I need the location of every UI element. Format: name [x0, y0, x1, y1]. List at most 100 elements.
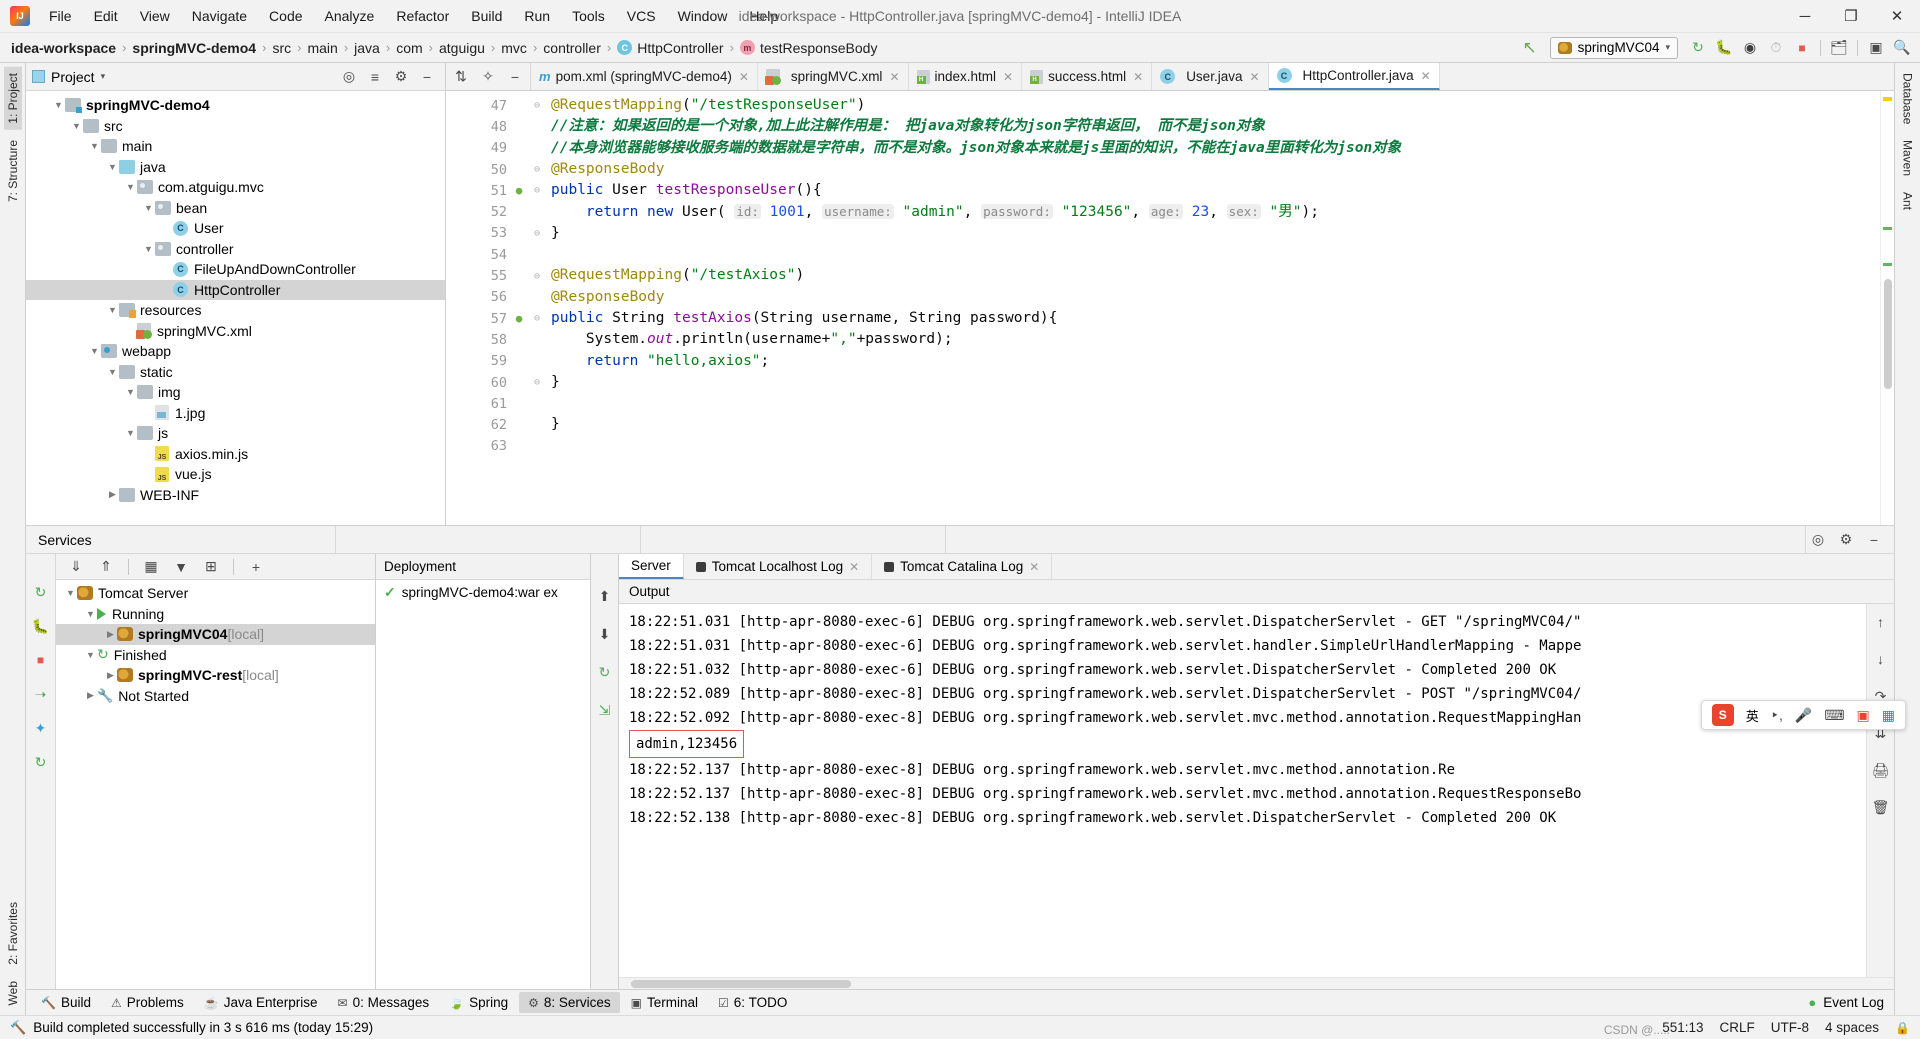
hide-icon[interactable]: − — [1862, 528, 1886, 552]
menu-navigate[interactable]: Navigate — [181, 4, 258, 28]
chevron-down-icon[interactable]: ▼ — [142, 244, 155, 254]
code-line[interactable]: return "hello,axios"; — [551, 351, 1880, 372]
services-tree[interactable]: ▼ Tomcat Server ▼ Running ▶ springMVC04 [loca… — [56, 580, 375, 989]
editor-tab[interactable]: springMVC.xml ✕ — [758, 63, 909, 90]
project-tree-node[interactable]: ▼JSaxios.min.js — [26, 444, 445, 465]
code-line[interactable]: return new User( id: 1001, username: "ad… — [551, 201, 1880, 222]
bottom-tab-java-enterprise[interactable]: ☕ Java Enterprise — [195, 992, 327, 1013]
chevron-down-icon[interactable]: ▼ — [52, 100, 65, 110]
project-tree-node[interactable]: ▼CFileUpAndDownController — [26, 259, 445, 280]
editor-tab[interactable]: success.html ✕ — [1022, 63, 1153, 90]
breadcrumb-item-controller[interactable]: controller — [542, 40, 602, 56]
scroll-up-icon[interactable]: ↑ — [1869, 610, 1893, 634]
debug-icon[interactable]: 🐛 — [1712, 36, 1736, 60]
bottom-tab-problems[interactable]: ⚠ Problems — [102, 992, 193, 1013]
project-tree-node[interactable]: ▼springMVC.xml — [26, 321, 445, 342]
expand-icon[interactable]: ‣, — [1771, 707, 1783, 724]
project-tree-node[interactable]: ▼ img — [26, 382, 445, 403]
breadcrumb-item-src[interactable]: src — [271, 40, 292, 56]
services-tree-node[interactable]: ▶ 🔧 Not Started — [56, 686, 375, 707]
bottom-tab-build[interactable]: 🔨 Build — [32, 992, 100, 1013]
gutter-line[interactable]: 61 — [446, 393, 551, 414]
sogou-logo-icon[interactable]: S — [1711, 704, 1734, 726]
sidebar-item-project[interactable]: 1: Project — [3, 67, 22, 130]
configure-icon[interactable]: ✦ — [29, 716, 53, 740]
close-icon[interactable]: ✕ — [1133, 70, 1143, 84]
gutter-line[interactable]: 47 ⊖ — [446, 95, 551, 116]
menu-edit[interactable]: Edit — [83, 4, 129, 28]
code-line[interactable] — [551, 393, 1880, 414]
menu-vcs[interactable]: VCS — [616, 4, 667, 28]
breadcrumb-item-method[interactable]: m testResponseBody — [739, 40, 879, 56]
close-icon[interactable]: ✕ — [849, 560, 859, 574]
add-tab-icon[interactable]: ⊞ — [199, 555, 223, 579]
console-stdout-line[interactable]: admin,123456 — [629, 730, 1866, 758]
rerun-icon[interactable]: ↻ — [1686, 36, 1710, 60]
console-tab[interactable]: Tomcat Localhost Log ✕ — [684, 554, 873, 579]
editor-gutter[interactable]: 47 ⊖ 48 49 50 ⊖ 51 ● ⊖ 52 53 ⊖ 54 55 ⊖ 56 57 ● ⊖ 58 59 60 ⊖ 61 6… — [446, 91, 551, 525]
chevron-down-icon[interactable]: ▼ — [84, 609, 97, 619]
menu-refactor[interactable]: Refactor — [385, 4, 460, 28]
clear-all-icon[interactable]: 🗑 — [1869, 795, 1893, 819]
gutter-line[interactable]: 53 ⊖ — [446, 223, 551, 244]
breadcrumb-item-java[interactable]: java — [353, 40, 381, 56]
gutter-line[interactable]: 49 — [446, 138, 551, 159]
bottom-tab-messages[interactable]: ✉ 0: Messages — [329, 992, 439, 1013]
minimize-button[interactable]: ─ — [1782, 0, 1828, 33]
redeploy-all-icon[interactable]: ⇲ — [593, 698, 617, 722]
project-tree-node[interactable]: ▼ bean — [26, 198, 445, 219]
project-tree-node[interactable]: ▼1.jpg — [26, 403, 445, 424]
run-gutter-icon[interactable]: ● — [512, 184, 526, 197]
project-tree-node[interactable]: ▼JSvue.js — [26, 464, 445, 485]
console-hscrollbar[interactable] — [619, 977, 1894, 989]
code-line[interactable]: @RequestMapping("/testResponseUser") — [551, 95, 1880, 116]
menu-build[interactable]: Build — [460, 4, 513, 28]
lock-icon[interactable]: 🔒 — [1895, 1021, 1910, 1035]
keyboard-icon[interactable]: ⌨ — [1824, 707, 1844, 724]
run-configuration-selector[interactable]: springMVC04 ▾ — [1549, 36, 1678, 59]
editor-tab[interactable]: m pom.xml (springMVC-demo4) ✕ — [531, 63, 758, 90]
breadcrumb-item-mvc[interactable]: mvc — [500, 40, 528, 56]
code-line[interactable]: @RequestMapping("/testAxios") — [551, 265, 1880, 286]
mic-icon[interactable]: 🎤 — [1795, 707, 1812, 724]
project-tree-node[interactable]: ▼ java — [26, 157, 445, 178]
chevron-down-icon[interactable]: ▼ — [84, 650, 97, 660]
build-project-icon[interactable]: 🗂 — [1827, 36, 1851, 60]
services-tree-node[interactable]: ▼ Running — [56, 604, 375, 625]
code-line[interactable]: System.out.println(username+","+password… — [551, 329, 1880, 350]
code-line[interactable]: } — [551, 414, 1880, 435]
code-line[interactable]: //注意：如果返回的是一个对象,加上此注解作用是： 把java对象转化为json… — [551, 116, 1880, 137]
menu-analyze[interactable]: Analyze — [314, 4, 386, 28]
close-icon[interactable]: ✕ — [1249, 70, 1259, 84]
back-arrow-icon[interactable]: ↖ — [1518, 36, 1542, 60]
menu-window[interactable]: Window — [667, 4, 739, 28]
breadcrumb-item-workspace[interactable]: idea-workspace — [10, 40, 117, 56]
menu-view[interactable]: View — [129, 4, 181, 28]
breadcrumb-item-atguigu[interactable]: atguigu — [438, 40, 486, 56]
chevron-down-icon[interactable]: ▼ — [106, 162, 119, 172]
deployment-item[interactable]: ✓ springMVC-demo4:war ex — [376, 580, 590, 605]
console-tab[interactable]: Tomcat Catalina Log ✕ — [872, 554, 1053, 579]
console-output[interactable]: 18:22:51.031 [http-apr-8080-exec-6] DEBU… — [619, 604, 1866, 977]
menu-file[interactable]: File — [38, 4, 83, 28]
undeploy-icon[interactable]: ⬇ — [593, 622, 617, 646]
close-icon[interactable]: ✕ — [1003, 70, 1013, 84]
gutter-line[interactable]: 48 — [446, 116, 551, 137]
locate-icon[interactable]: ◎ — [337, 65, 361, 89]
code-line[interactable]: //本身浏览器能够接收服务端的数据就是字符串，而不是对象。json对象本来就是j… — [551, 138, 1880, 159]
project-tree[interactable]: ▼ springMVC-demo4 ▼ src ▼ main ▼ java ▼ com.atgui… — [26, 91, 445, 525]
profile-icon[interactable]: ⏱ — [1764, 36, 1788, 60]
chevron-down-icon[interactable]: ▼ — [124, 428, 137, 438]
run-gutter-icon[interactable]: ● — [512, 312, 526, 325]
gutter-line[interactable]: 56 — [446, 287, 551, 308]
gutter-line[interactable]: 58 — [446, 329, 551, 350]
menu-tools[interactable]: Tools — [561, 4, 616, 28]
code-line[interactable]: public String testAxios(String username,… — [551, 308, 1880, 329]
close-icon[interactable]: ✕ — [1029, 560, 1039, 574]
services-tree-node[interactable]: ▶ springMVC04 [local] — [56, 624, 375, 645]
fold-icon[interactable]: ⊖ — [531, 271, 543, 282]
sidebar-item-structure[interactable]: 7: Structure — [4, 134, 22, 208]
ime-mode-label[interactable]: 英 — [1746, 706, 1759, 725]
close-button[interactable]: ✕ — [1874, 0, 1920, 33]
project-tree-node[interactable]: ▼ resources — [26, 300, 445, 321]
